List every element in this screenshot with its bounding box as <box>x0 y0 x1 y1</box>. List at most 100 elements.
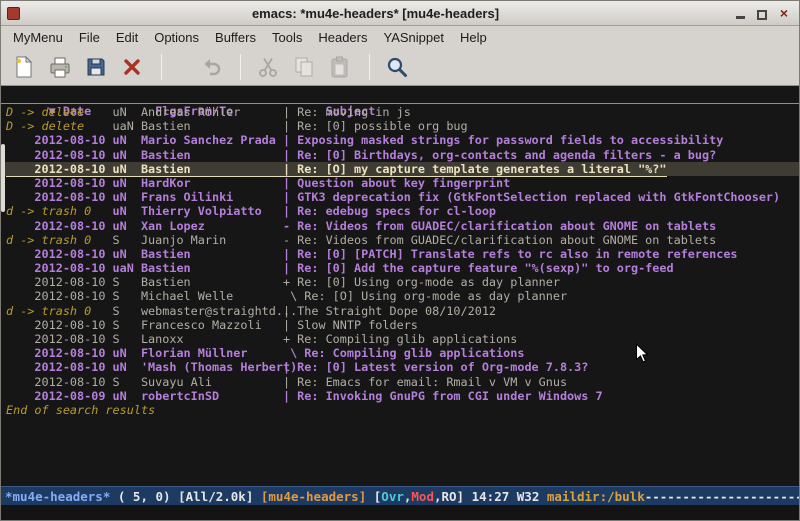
message-row[interactable]: 2012-08-10uNFrans Oilinki| GTK3 deprecat… <box>6 190 799 204</box>
date-column: 2012-08-10 <box>6 346 113 360</box>
subject-column: | GTK3 deprecation fix (GtkFontSelection… <box>283 190 780 204</box>
date-column: 2012-08-09 <box>6 389 113 403</box>
modeline-segment: *mu4e-headers* <box>5 489 110 504</box>
copy-button[interactable] <box>289 52 319 82</box>
message-row[interactable]: 2012-08-10uNMario Sanchez Prada| Exposin… <box>6 133 799 147</box>
undo-button[interactable] <box>196 52 226 82</box>
date-column: 2012-08-10 <box>6 162 113 177</box>
new-file-button[interactable] <box>9 52 39 82</box>
date-column: 2012-08-10 <box>6 261 113 275</box>
subject-column: \ Re: Compiling glib applications <box>283 346 524 360</box>
message-row[interactable]: 2012-08-10SSuvayu Ali| Re: Emacs for ema… <box>6 375 799 389</box>
from-column: 'Mash (Thomas Herbert) <box>141 360 283 374</box>
from-column: Bastien <box>141 247 283 261</box>
subject-column: | Re: [0] [PATCH] Translate refs to rc a… <box>283 247 738 261</box>
subject-column: | Re: edebug specs for cl-loop <box>283 204 496 218</box>
date-column: D -> delete <box>6 119 113 133</box>
scrollbar-thumb[interactable] <box>1 144 5 212</box>
message-row[interactable]: d -> trash 0Swebmaster@straightd...| The… <box>6 304 799 318</box>
menu-item[interactable]: Edit <box>108 28 146 47</box>
from-column: Suvayu Ali <box>141 375 283 389</box>
from-column: Lanoxx <box>141 332 283 346</box>
date-column: 2012-08-10 <box>6 275 113 289</box>
modeline-segment: [ <box>366 489 381 504</box>
minibuffer[interactable] <box>1 505 799 520</box>
minimize-button[interactable] <box>731 5 749 21</box>
message-row[interactable]: 2012-08-10SBastien+ Re: [0] Using org-mo… <box>6 275 799 289</box>
message-row[interactable]: 2012-08-10SLanoxx+ Re: Compiling glib ap… <box>6 332 799 346</box>
message-row[interactable]: D -> deleteuNAndreas Röhler| Re: moving … <box>6 105 799 119</box>
from-column: Thierry Volpiatto <box>141 204 283 218</box>
menu-item[interactable]: Tools <box>264 28 310 47</box>
date-column: 2012-08-10 <box>6 360 113 374</box>
from-column: Mario Sanchez Prada <box>141 133 283 147</box>
subject-column: | Exposing masked strings for password f… <box>283 133 723 147</box>
message-row[interactable]: 2012-08-10uNBastien| Re: [0] Birthdays, … <box>6 148 799 162</box>
from-column: Bastien <box>141 162 283 177</box>
modeline-segment: -------------------------------------- <box>645 489 799 504</box>
from-column: Francesco Mazzoli <box>141 318 283 332</box>
menu-item[interactable]: Buffers <box>207 28 264 47</box>
cut-button[interactable] <box>253 52 283 82</box>
end-of-results: End of search results <box>6 403 799 417</box>
message-row[interactable]: 2012-08-10uN'Mash (Thomas Herbert)| Re: … <box>6 360 799 374</box>
maximize-button[interactable] <box>753 5 771 21</box>
message-row[interactable]: 2012-08-10SFrancesco Mazzoli| Slow NNTP … <box>6 318 799 332</box>
close-button[interactable]: × <box>775 5 793 21</box>
modeline-segment: [mu4e-headers] <box>261 489 366 504</box>
subject-column: | Re: Emacs for email: Rmail v VM v Gnus <box>283 375 567 389</box>
message-row[interactable]: 2012-08-10SMichael Welle \ Re: [O] Using… <box>6 289 799 303</box>
print-button[interactable] <box>45 52 75 82</box>
from-column: Bastien <box>141 275 283 289</box>
save-icon <box>84 55 108 79</box>
message-row[interactable]: 2012-08-10uaNBastien| Re: [0] Add the ca… <box>6 261 799 275</box>
flags-column: uN <box>113 346 141 360</box>
menu-item[interactable]: Help <box>452 28 495 47</box>
from-column: robertcInSD <box>141 389 283 403</box>
subject-column: | Re: [0] Add the capture feature "%(sex… <box>283 261 674 275</box>
flags-column: S <box>113 233 141 247</box>
menu-item[interactable]: Options <box>146 28 207 47</box>
from-column: webmaster@straightd... <box>141 304 283 318</box>
date-column: 2012-08-10 <box>6 190 113 204</box>
flags-column: uaN <box>113 119 141 133</box>
menubar: MyMenu File Edit Options Buffers Tools H… <box>1 26 799 49</box>
message-row[interactable]: d -> trash 0uNThierry Volpiatto| Re: ede… <box>6 204 799 218</box>
date-column: 2012-08-10 <box>6 133 113 147</box>
titlebar: emacs: *mu4e-headers* [mu4e-headers] × <box>1 1 799 26</box>
flags-column: uN <box>113 162 141 177</box>
flags-column: S <box>113 289 141 303</box>
flags-column: uN <box>113 389 141 403</box>
header-line[interactable]: ▼ DateFlgsFrom/ToSubject <box>1 87 799 104</box>
message-row[interactable]: d -> trash 0SJuanjo Marin- Re: Videos fr… <box>6 233 799 247</box>
toolbar-separator <box>369 54 370 80</box>
subject-column: + Re: [0] Using org-mode as day planner <box>283 275 560 289</box>
message-row[interactable]: 2012-08-10uNXan Lopez- Re: Videos from G… <box>6 219 799 233</box>
menu-item[interactable]: YASnippet <box>375 28 451 47</box>
window-menu-icon[interactable] <box>7 7 20 20</box>
from-column: Bastien <box>141 148 283 162</box>
subject-column: | Re: moving in js <box>283 105 411 119</box>
message-row[interactable]: D -> deleteuaNBastien| Re: [0] possible … <box>6 119 799 133</box>
subject-column: | Slow NNTP folders <box>283 318 418 332</box>
message-row[interactable]: 2012-08-09uNrobertcInSD| Re: Invoking Gn… <box>6 389 799 403</box>
search-icon <box>385 55 409 79</box>
modeline-segment: Mod <box>411 489 434 504</box>
menu-item[interactable]: MyMenu <box>5 28 71 47</box>
flags-column: S <box>113 275 141 289</box>
save-button[interactable] <box>81 52 111 82</box>
flags-column: S <box>113 375 141 389</box>
message-row[interactable]: 2012-08-10uNHardKor| Question about key … <box>6 176 799 190</box>
flags-column: uN <box>113 176 141 190</box>
search-button[interactable] <box>382 52 412 82</box>
from-column: Bastien <box>141 261 283 275</box>
from-column: HardKor <box>141 176 283 190</box>
message-row[interactable]: 2012-08-10uNBastien| Re: [0] [PATCH] Tra… <box>6 247 799 261</box>
menu-item[interactable]: Headers <box>310 28 375 47</box>
date-column: d -> trash 0 <box>6 204 113 218</box>
paste-button[interactable] <box>325 52 355 82</box>
close-buffer-button[interactable] <box>117 52 147 82</box>
menu-item[interactable]: File <box>71 28 108 47</box>
message-row[interactable]: 2012-08-10uNFlorian Müllner \ Re: Compil… <box>6 346 799 360</box>
message-row[interactable]: 2012-08-10uNBastien| Re: [O] my capture … <box>1 162 799 176</box>
